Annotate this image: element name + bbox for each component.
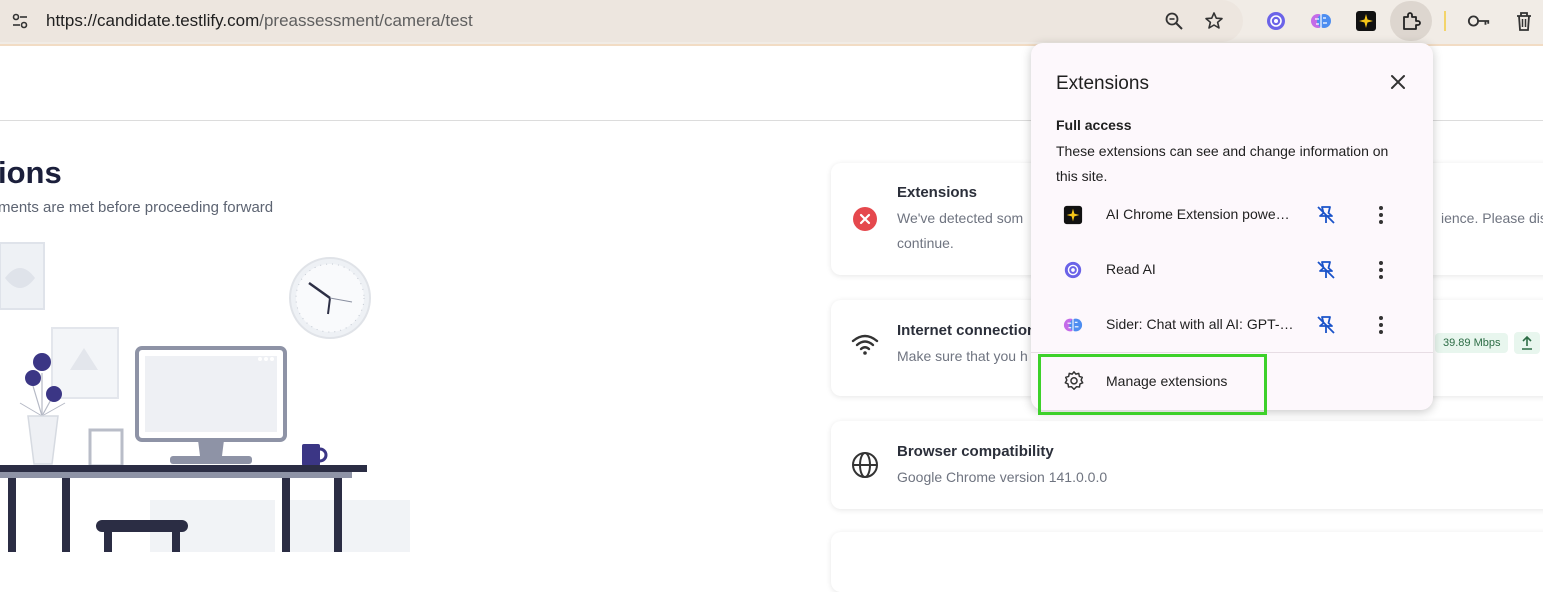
- extensions-check-text-line2: continue.: [897, 235, 954, 251]
- wifi-icon: [851, 330, 879, 358]
- page-title: ions: [0, 155, 62, 190]
- ai-chrome-extension-icon[interactable]: [1354, 9, 1378, 33]
- internet-check-text: Make sure that you h: [897, 348, 1028, 364]
- toolbar-divider: [1444, 11, 1446, 31]
- sider-icon[interactable]: [1309, 9, 1333, 33]
- key-icon[interactable]: [1467, 9, 1491, 33]
- zoom-icon[interactable]: [1164, 11, 1184, 31]
- extension-name: Read AI: [1106, 261, 1156, 277]
- more-options-icon[interactable]: [1371, 258, 1391, 282]
- highlight-box: [1038, 354, 1267, 415]
- star-icon[interactable]: [1204, 11, 1224, 31]
- url-path: /preassessment/camera/test: [259, 11, 473, 30]
- more-options-icon[interactable]: [1371, 313, 1391, 337]
- next-check-card: [831, 532, 1543, 592]
- full-access-heading: Full access: [1056, 117, 1132, 133]
- popup-title: Extensions: [1056, 73, 1149, 94]
- full-access-description: These extensions can see and change info…: [1056, 143, 1389, 184]
- download-speed-badge: 39.89 Mbps: [1435, 333, 1509, 353]
- extension-row-read-ai[interactable]: Read AI: [1031, 245, 1433, 297]
- extension-row-sider[interactable]: Sider: Chat with all AI: GPT-…: [1031, 300, 1433, 352]
- puzzle-icon: [1400, 9, 1424, 38]
- extensions-check-text: We've detected som: [897, 210, 1024, 226]
- extension-name: AI Chrome Extension powe…: [1106, 206, 1290, 222]
- more-options-icon[interactable]: [1371, 203, 1391, 227]
- sparkle-icon: [1063, 205, 1083, 225]
- tune-icon[interactable]: [10, 11, 30, 31]
- sider-brain-icon: [1063, 315, 1083, 335]
- url-host: https://candidate.testlify.com: [46, 11, 260, 30]
- unpin-icon[interactable]: [1314, 313, 1338, 337]
- page-subtitle: ments are met before proceeding forward: [0, 199, 274, 216]
- extensions-button[interactable]: [1390, 1, 1432, 41]
- extension-row-ai-chrome[interactable]: AI Chrome Extension powe…: [1031, 190, 1433, 242]
- extensions-check-text-end: ience. Please disa: [1441, 210, 1543, 226]
- internet-check-title: Internet connection: [897, 322, 1037, 339]
- error-icon: [851, 205, 879, 233]
- browser-check-card: Browser compatibility Google Chrome vers…: [831, 421, 1543, 509]
- address-bar[interactable]: https://candidate.testlify.com/preassess…: [0, 0, 1243, 42]
- browser-check-title: Browser compatibility: [897, 443, 1054, 460]
- browser-toolbar: https://candidate.testlify.com/preassess…: [0, 0, 1543, 46]
- desk-illustration: [0, 238, 420, 552]
- extensions-check-title: Extensions: [897, 184, 978, 201]
- read-ai-icon: [1063, 260, 1083, 280]
- read-ai-icon[interactable]: [1264, 9, 1288, 33]
- browser-check-text: Google Chrome version 141.0.0.0: [897, 469, 1108, 485]
- globe-icon: [851, 451, 879, 479]
- extension-name: Sider: Chat with all AI: GPT-…: [1106, 316, 1294, 332]
- close-icon[interactable]: [1387, 71, 1409, 93]
- popup-divider: [1031, 352, 1433, 353]
- upload-speed-badge: [1514, 332, 1540, 354]
- trash-icon[interactable]: [1512, 9, 1536, 33]
- unpin-icon[interactable]: [1314, 203, 1338, 227]
- unpin-icon[interactable]: [1314, 258, 1338, 282]
- url-text[interactable]: https://candidate.testlify.com/preassess…: [46, 11, 473, 31]
